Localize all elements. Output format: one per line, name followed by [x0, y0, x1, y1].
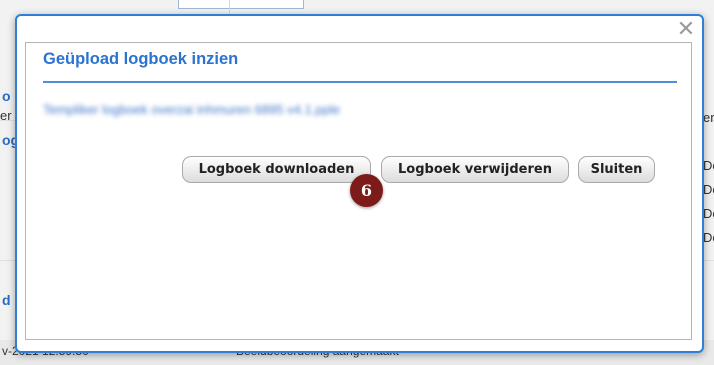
dialog-content-panel: Geüpload logboek inzien Templiker logboe… [25, 42, 692, 340]
dialog-title: Geüpload logboek inzien [43, 50, 239, 68]
background-label: De [703, 158, 714, 173]
background-top-field [178, 0, 304, 9]
step-number-badge: 6 [350, 174, 383, 207]
background-label: er [0, 108, 12, 123]
background-label: De [703, 182, 714, 197]
title-divider [43, 81, 677, 83]
log-file-name: Templiker logboek overzai inhmuren 6895 … [43, 102, 341, 117]
background-label: De [703, 206, 714, 221]
close-icon[interactable]: ✕ [676, 19, 696, 41]
delete-log-button[interactable]: Logboek verwijderen [381, 156, 569, 183]
download-log-button[interactable]: Logboek downloaden [182, 156, 371, 183]
background-label: o [2, 88, 11, 104]
background-label: d [2, 292, 11, 308]
log-view-dialog: ✕ Geüpload logboek inzien Templiker logb… [15, 14, 704, 353]
background-label: erz [703, 110, 714, 125]
close-dialog-button[interactable]: Sluiten [578, 156, 655, 183]
background-label: De [703, 230, 714, 245]
